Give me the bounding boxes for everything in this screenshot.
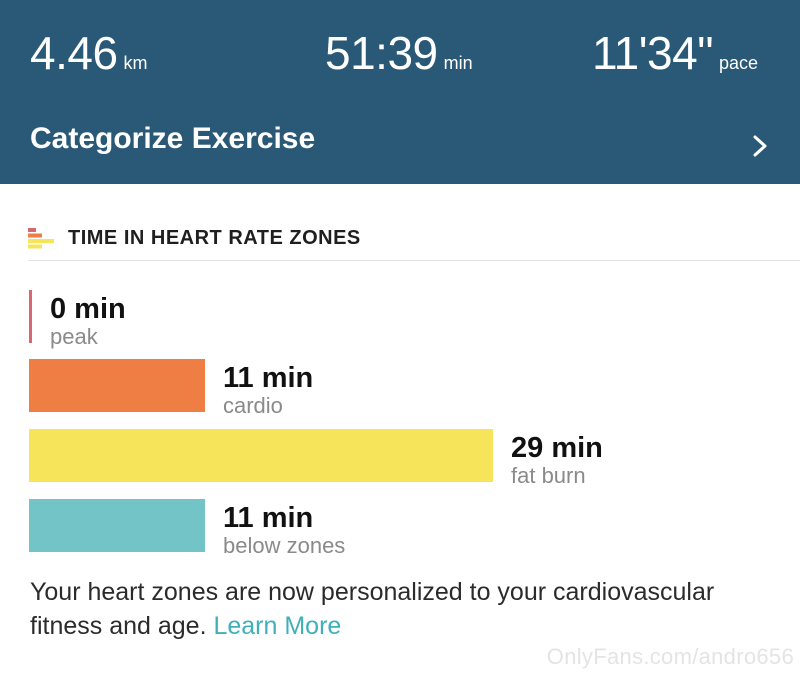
duration-unit: min [443, 53, 473, 73]
section-divider [28, 260, 800, 261]
pace-value: 11'34" [592, 27, 714, 79]
duration-stat: 51:39 min [325, 26, 473, 80]
zone-row-cardio: 11 min cardio [29, 359, 769, 418]
zone-name: cardio [223, 393, 283, 418]
zone-minutes: 0 min [50, 293, 126, 325]
learn-more-link[interactable]: Learn More [213, 612, 341, 640]
chevron-right-icon [753, 135, 767, 157]
distance-unit: km [123, 53, 148, 73]
zone-row-below-zones: 11 min below zones [29, 499, 769, 558]
categorize-exercise-row[interactable]: Categorize Exercise [0, 112, 800, 172]
pace-stat: 11'34" pace [592, 26, 758, 80]
distance-value: 4.46 [30, 27, 118, 79]
zone-row-fat-burn: 29 min fat burn [29, 429, 769, 488]
zone-name: fat burn [511, 463, 586, 488]
personalized-zones-note: Your heart zones are now personalized to… [30, 575, 770, 643]
duration-value: 51:39 [325, 27, 438, 79]
zone-bar [29, 499, 205, 552]
workout-summary-header: 4.46 km 51:39 min 11'34" pace Categorize Ex… [0, 0, 800, 184]
zone-bar [29, 359, 205, 412]
pace-unit: pace [719, 53, 759, 73]
zone-name: below zones [223, 533, 346, 558]
section-title: TIME IN HEART RATE ZONES [68, 227, 361, 249]
zone-bar [29, 290, 32, 343]
heart-rate-zones-icon [28, 228, 54, 249]
distance-stat: 4.46 km [30, 26, 148, 80]
note-text: Your heart zones are now personalized to… [30, 578, 715, 640]
heart-rate-zones-heading: TIME IN HEART RATE ZONES [28, 226, 788, 252]
zone-row-peak: 0 min peak [29, 290, 769, 349]
zone-bar [29, 429, 493, 482]
zone-minutes: 11 min [223, 502, 314, 534]
zone-minutes: 29 min [511, 432, 603, 464]
categorize-exercise-label: Categorize Exercise [30, 122, 316, 155]
zone-name: peak [50, 324, 98, 349]
zone-minutes: 11 min [223, 362, 314, 394]
watermark: OnlyFans.com/andro656 [546, 644, 794, 669]
